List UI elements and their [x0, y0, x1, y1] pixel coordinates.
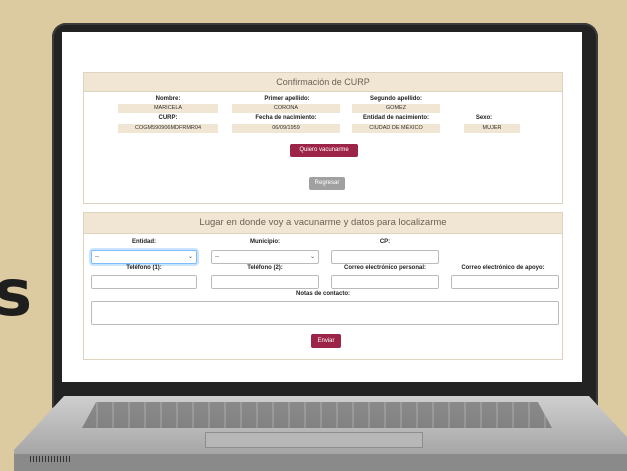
email-apoyo-label: Correo electrónico de apoyo:	[461, 265, 545, 271]
municipio-select[interactable]: -- ⌄	[211, 250, 319, 264]
fecha-value: 06/09/1959	[232, 124, 340, 133]
entidad-select-value: --	[95, 254, 99, 260]
telefono2-input[interactable]	[211, 275, 319, 289]
primer-apellido-label: Primer apellido:	[264, 96, 310, 102]
quiero-vacunarme-button[interactable]: Quiero vacunarme	[290, 144, 358, 157]
laptop-vent	[30, 456, 70, 462]
chevron-down-icon: ⌄	[187, 254, 193, 260]
sexo-label: Sexo:	[475, 115, 493, 121]
location-panel-title: Lugar en donde voy a vacunarme y datos p…	[84, 213, 562, 234]
telefono2-label: Teléfono (2):	[247, 265, 283, 271]
curp-value: COGM590906MDFRMR04	[118, 124, 218, 133]
notas-textarea[interactable]	[91, 301, 559, 325]
nombre-value: MARICELA	[118, 104, 218, 113]
entidad-nacimiento-value: CIUDAD DE MÉXICO	[352, 124, 440, 133]
laptop-front-edge	[14, 454, 627, 471]
nombre-label: Nombre:	[155, 96, 181, 102]
regresar-button[interactable]: Regresar	[309, 177, 345, 190]
segundo-apellido-value: GOMEZ	[352, 104, 440, 113]
laptop-screen: Confirmación de CURP Nombre: Primer apel…	[62, 32, 582, 382]
notas-label: Notas de contacto:	[295, 291, 350, 297]
chevron-down-icon: ⌄	[309, 254, 315, 260]
telefono1-label: Teléfono (1):	[126, 265, 162, 271]
municipio-label: Municipio:	[250, 239, 280, 245]
laptop-trackpad	[205, 432, 423, 448]
entidad-select[interactable]: -- ⌄	[91, 250, 197, 264]
side-letter: s	[0, 257, 33, 331]
telefono1-input[interactable]	[91, 275, 197, 289]
curp-label: CURP:	[158, 115, 178, 121]
sexo-value: MUJER	[464, 124, 520, 133]
segundo-apellido-label: Segundo apellido:	[370, 96, 422, 102]
cp-label: CP:	[379, 239, 391, 245]
primer-apellido-value: CORONA	[232, 104, 340, 113]
laptop-keyboard	[82, 402, 552, 428]
municipio-select-value: --	[215, 254, 219, 260]
email-apoyo-input[interactable]	[451, 275, 559, 289]
enviar-button[interactable]: Enviar	[311, 334, 341, 348]
fecha-label: Fecha de nacimiento:	[255, 115, 317, 121]
email-personal-input[interactable]	[331, 275, 439, 289]
curp-panel-title: Confirmación de CURP	[84, 73, 562, 92]
entidad-nacimiento-label: Entidad de nacimiento:	[362, 115, 429, 121]
cp-input[interactable]	[331, 250, 439, 264]
email-personal-label: Correo electrónico personal:	[343, 265, 427, 271]
curp-confirmation-panel: Confirmación de CURP Nombre: Primer apel…	[83, 72, 563, 204]
entidad-label: Entidad:	[132, 239, 156, 245]
vaccination-location-panel: Lugar en donde voy a vacunarme y datos p…	[83, 212, 563, 360]
